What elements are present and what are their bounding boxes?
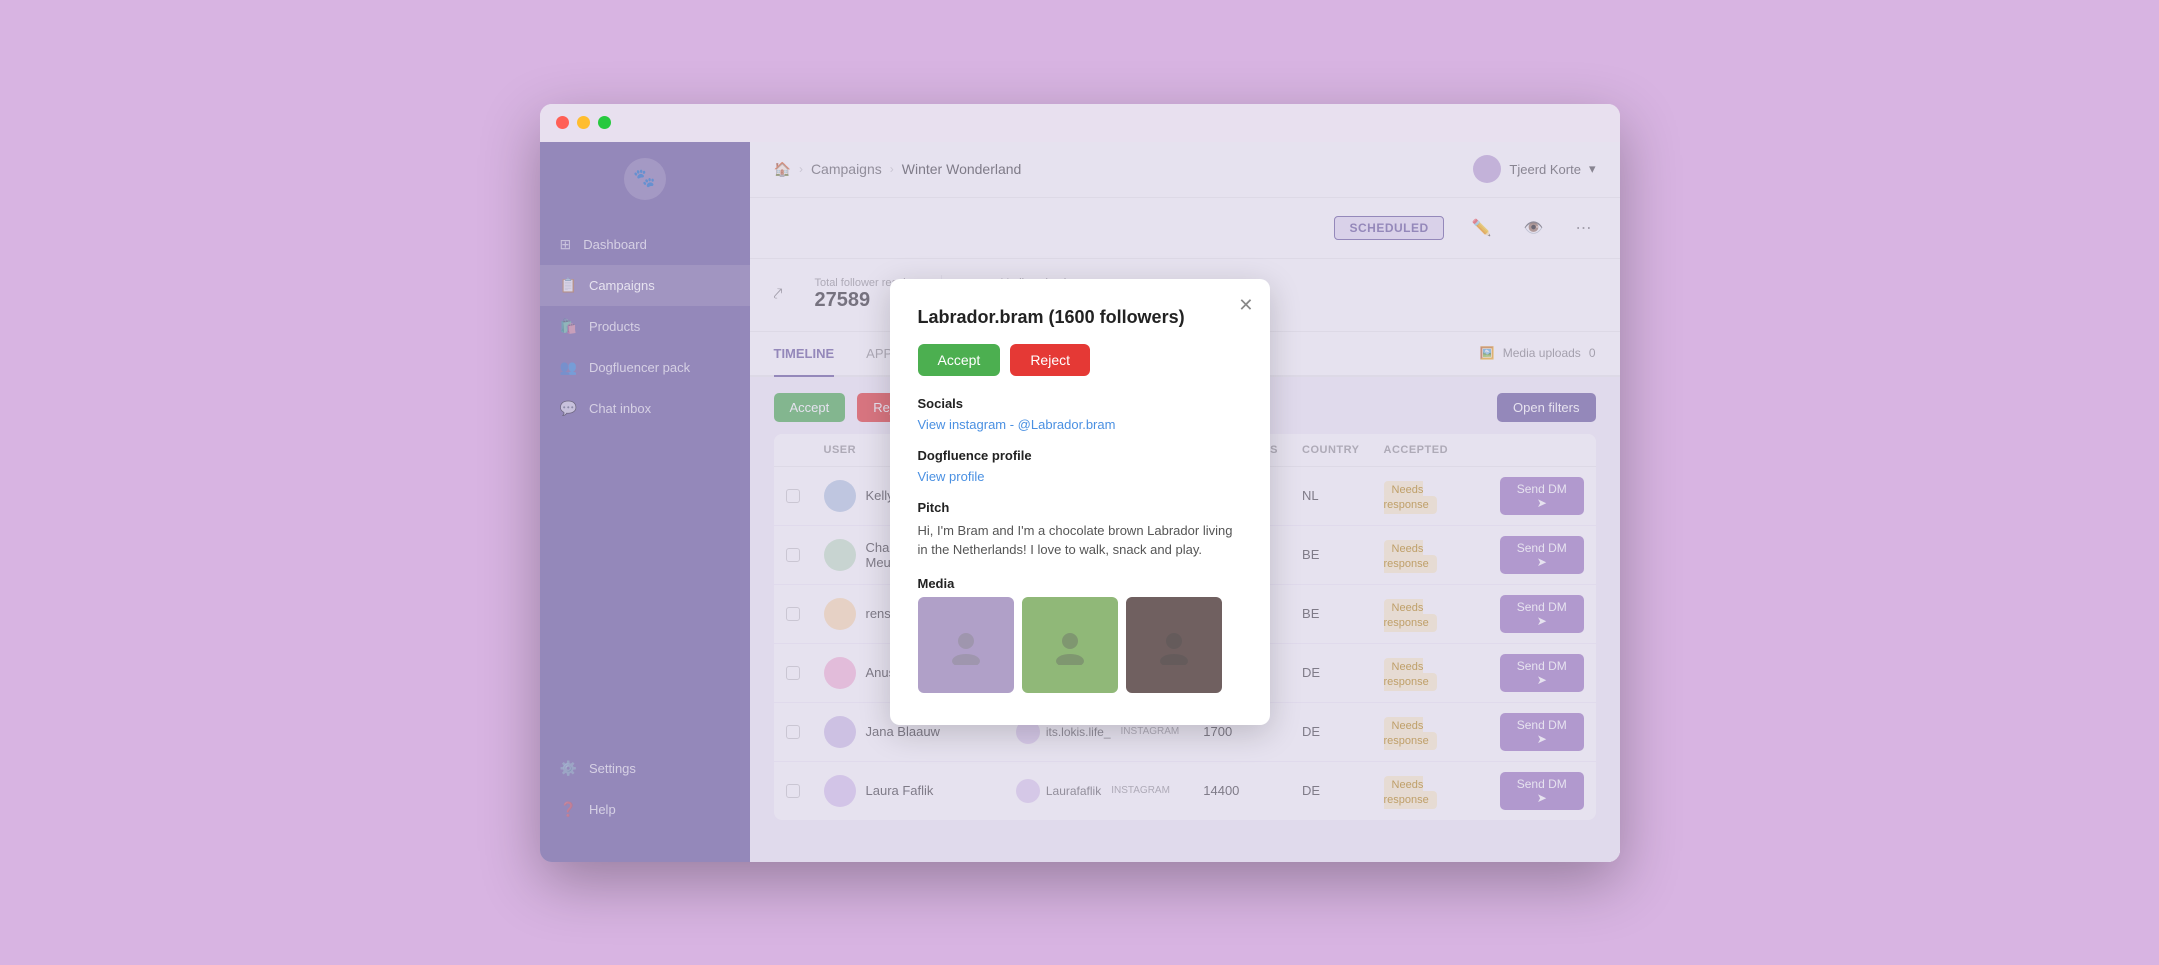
- modal-reject-button[interactable]: Reject: [1010, 344, 1090, 376]
- media-thumbnails: [918, 597, 1242, 697]
- browser-window: 🐾 ⊞ Dashboard 📋 Campaigns 🛍️ Products 👥 …: [540, 104, 1620, 862]
- modal-title: Labrador.bram (1600 followers): [918, 307, 1242, 328]
- socials-label: Socials: [918, 396, 1242, 411]
- modal-accept-button[interactable]: Accept: [918, 344, 1001, 376]
- maximize-button[interactable]: [598, 116, 611, 129]
- modal-overlay: ✕ Labrador.bram (1600 followers) Accept …: [540, 142, 1620, 862]
- media-thumb-3: [1126, 597, 1222, 693]
- dogfluence-label: Dogfluence profile: [918, 448, 1242, 463]
- modal-close-button[interactable]: ✕: [1238, 295, 1253, 316]
- media-label: Media: [918, 576, 1242, 591]
- influencer-modal: ✕ Labrador.bram (1600 followers) Accept …: [890, 279, 1270, 725]
- minimize-button[interactable]: [577, 116, 590, 129]
- pitch-text: Hi, I'm Bram and I'm a chocolate brown L…: [918, 521, 1242, 560]
- media-thumb-2: [1022, 597, 1118, 693]
- pitch-label: Pitch: [918, 500, 1242, 515]
- app-container: 🐾 ⊞ Dashboard 📋 Campaigns 🛍️ Products 👥 …: [540, 142, 1620, 862]
- media-thumb-1: [918, 597, 1014, 693]
- view-profile-link[interactable]: View profile: [918, 469, 1242, 484]
- browser-titlebar: [540, 104, 1620, 142]
- instagram-link[interactable]: View instagram - @Labrador.bram: [918, 417, 1242, 432]
- close-button[interactable]: [556, 116, 569, 129]
- modal-actions: Accept Reject: [918, 344, 1242, 376]
